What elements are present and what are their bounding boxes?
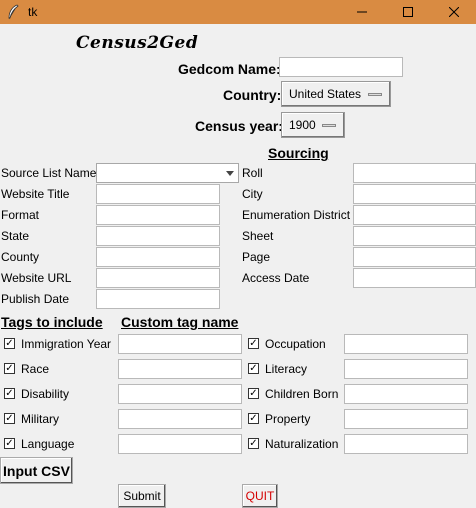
custom-tag-military-input[interactable] [118,409,242,429]
tag-literacy-checkbox[interactable]: ✓ [248,363,259,374]
census-year-label: Census year: [195,118,283,134]
access-date-label: Access Date [242,271,310,285]
tag-property-label: Property [265,412,311,426]
maximize-icon [403,7,413,17]
tag-military-checkbox[interactable]: ✓ [4,413,15,424]
option-menu-indicator-icon [368,93,382,96]
tag-naturalization-checkbox[interactable]: ✓ [248,438,259,449]
checkmark-icon: ✓ [4,387,15,399]
checkmark-icon: ✓ [248,362,259,374]
minimize-icon [357,11,367,13]
tag-occupation-checkbox[interactable]: ✓ [248,338,259,349]
access-date-input[interactable] [353,268,476,288]
census-year-select[interactable]: 1900 [281,112,345,138]
chevron-down-icon [226,171,234,176]
app-logo: Census2Ged [76,33,199,53]
close-icon [449,7,459,17]
sheet-label: Sheet [242,229,274,243]
tag-language-checkbox[interactable]: ✓ [4,438,15,449]
custom-tag-immigration-year-input[interactable] [118,334,242,354]
custom-tag-disability-input[interactable] [118,384,242,404]
checkmark-icon: ✓ [4,437,15,449]
tag-language-label: Language [21,437,75,451]
state-label: State [1,229,30,243]
tag-immigration-year-label: Immigration Year [21,337,112,351]
custom-tag-naturalization-input[interactable] [344,434,468,454]
gedcom-name-label: Gedcom Name: [178,61,281,77]
tag-children-born-checkbox[interactable]: ✓ [248,388,259,399]
country-value: United States [289,87,362,101]
format-label: Format [1,208,40,222]
checkmark-icon: ✓ [4,337,15,349]
roll-label: Roll [242,166,263,180]
country-select[interactable]: United States [281,81,391,107]
custom-tag-children-born-input[interactable] [344,384,468,404]
close-button[interactable] [432,0,476,24]
quit-button[interactable]: QUIT [242,484,278,508]
county-input[interactable] [96,247,220,267]
custom-tag-literacy-input[interactable] [344,359,468,379]
website-title-label: Website Title [1,187,70,201]
state-input[interactable] [96,226,220,246]
checkmark-icon: ✓ [248,337,259,349]
feather-icon [8,4,19,20]
census-year-value: 1900 [289,118,316,132]
format-input[interactable] [96,205,220,225]
tag-race-label: Race [21,362,50,376]
window-title: tk [28,5,38,19]
custom-tag-language-input[interactable] [118,434,242,454]
input-csv-button[interactable]: Input CSV [0,457,73,484]
source-list-name-label: Source List Name [1,166,97,180]
custom-tag-name-heading: Custom tag name [121,314,239,330]
tag-military-label: Military [21,412,59,426]
website-url-input[interactable] [96,268,220,288]
tag-immigration-year-checkbox[interactable]: ✓ [4,338,15,349]
country-label: Country: [223,87,282,103]
publish-date-label: Publish Date [1,292,70,306]
tag-literacy-label: Literacy [265,362,308,376]
checkmark-icon: ✓ [248,387,259,399]
tag-children-born-label: Children Born [265,387,339,401]
tag-disability-label: Disability [21,387,70,401]
minimize-button[interactable] [340,0,384,24]
city-input[interactable] [353,184,476,204]
tags-to-include-heading: Tags to include [1,314,103,330]
option-menu-indicator-icon [322,124,336,127]
enumeration-district-label: Enumeration District [242,208,351,222]
sourcing-heading: Sourcing [268,145,329,161]
custom-tag-property-input[interactable] [344,409,468,429]
website-url-label: Website URL [1,271,72,285]
checkmark-icon: ✓ [248,437,259,449]
tag-occupation-label: Occupation [265,337,326,351]
enumeration-district-input[interactable] [353,205,476,225]
website-title-input[interactable] [96,184,220,204]
roll-input[interactable] [353,163,476,183]
publish-date-input[interactable] [96,289,220,309]
custom-tag-occupation-input[interactable] [344,334,468,354]
maximize-button[interactable] [386,0,430,24]
gedcom-name-input[interactable] [279,57,403,77]
city-label: City [242,187,263,201]
checkmark-icon: ✓ [4,412,15,424]
checkmark-icon: ✓ [4,362,15,374]
sheet-input[interactable] [353,226,476,246]
tag-property-checkbox[interactable]: ✓ [248,413,259,424]
page-input[interactable] [353,247,476,267]
submit-button[interactable]: Submit [118,484,166,508]
source-list-name-combobox[interactable] [96,163,239,183]
checkmark-icon: ✓ [248,412,259,424]
title-bar: tk [0,0,476,24]
page-label: Page [242,250,271,264]
tag-race-checkbox[interactable]: ✓ [4,363,15,374]
county-label: County [1,250,40,264]
tag-naturalization-label: Naturalization [265,437,339,451]
custom-tag-race-input[interactable] [118,359,242,379]
tag-disability-checkbox[interactable]: ✓ [4,388,15,399]
